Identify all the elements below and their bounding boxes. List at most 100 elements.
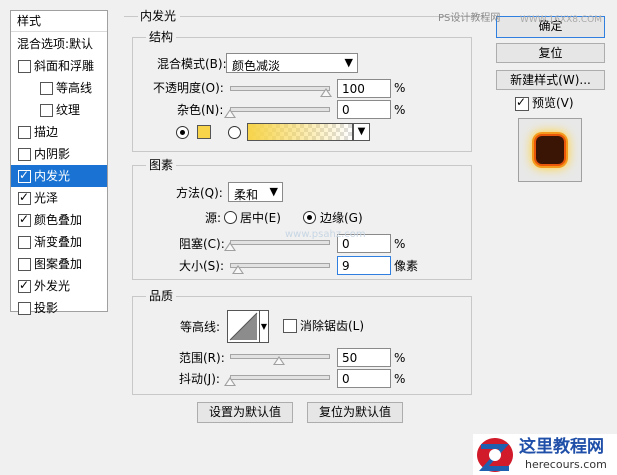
range-input[interactable]: 50 xyxy=(337,348,391,367)
sidebar-item-label: 内发光 xyxy=(34,169,71,183)
contour-curve-icon xyxy=(229,312,258,341)
opacity-label: 不透明度(O): xyxy=(153,81,224,95)
antialias-label[interactable]: 消除锯齿(L) xyxy=(300,319,364,333)
noise-slider-thumb[interactable] xyxy=(224,109,236,118)
size-label: 大小(S): xyxy=(179,259,225,273)
source-center-radio[interactable] xyxy=(224,211,237,224)
brand-logo-icon xyxy=(477,438,513,472)
sidebar-item[interactable]: 渐变叠加 xyxy=(11,231,107,253)
sidebar-item-checkbox[interactable] xyxy=(40,104,53,117)
sidebar-item-label: 混合选项:默认 xyxy=(17,37,94,51)
reset-default-button[interactable]: 复位为默认值 xyxy=(307,402,403,423)
preview-checkbox[interactable] xyxy=(515,95,529,111)
source-edge-radio[interactable] xyxy=(303,211,316,224)
styles-header-label: 样式 xyxy=(17,14,42,28)
sidebar-item[interactable]: 混合选项:默认 xyxy=(11,33,107,55)
jitter-slider-track[interactable] xyxy=(230,375,330,380)
sidebar-item-checkbox[interactable] xyxy=(18,258,31,271)
elements-title: 图素 xyxy=(146,158,177,172)
sidebar-item-label: 外发光 xyxy=(34,279,71,293)
chevron-down-icon: ▼ xyxy=(260,322,268,331)
method-select[interactable]: 柔和 ▼ xyxy=(228,182,283,202)
jitter-label: 抖动(J): xyxy=(179,372,220,386)
opacity-value: 100 xyxy=(342,82,365,96)
styles-header[interactable]: 样式 xyxy=(11,11,107,32)
brand-name: 这里教程网 xyxy=(519,437,604,457)
size-slider-thumb[interactable] xyxy=(232,265,244,274)
blend-mode-label: 混合模式(B): xyxy=(157,57,227,71)
watermark-top-url: WWW.16XX8.COM xyxy=(520,15,603,25)
sidebar-item[interactable]: 描边 xyxy=(11,121,107,143)
glow-color-swatch[interactable] xyxy=(197,125,211,139)
size-slider-track[interactable] xyxy=(230,263,330,268)
opacity-input[interactable]: 100 xyxy=(337,79,391,98)
sidebar-item-label: 渐变叠加 xyxy=(34,235,83,249)
method-label: 方法(Q): xyxy=(176,186,223,200)
contour-dropdown[interactable]: ▼ xyxy=(260,310,269,343)
source-edge-label[interactable]: 边缘(G) xyxy=(320,211,363,225)
choke-label: 阻塞(C): xyxy=(179,237,225,251)
sidebar-item-checkbox[interactable] xyxy=(40,82,53,95)
sidebar-item-label: 斜面和浮雕 xyxy=(34,59,95,73)
opacity-percent: % xyxy=(394,81,406,95)
sidebar-item-checkbox[interactable] xyxy=(18,190,31,205)
preview-label[interactable]: 预览(V) xyxy=(532,96,574,110)
reset-button[interactable]: 复位 xyxy=(496,43,605,63)
range-value: 50 xyxy=(342,351,358,365)
chevron-down-icon: ▼ xyxy=(357,126,366,137)
opacity-slider-thumb[interactable] xyxy=(320,88,332,97)
range-slider-thumb[interactable] xyxy=(273,356,285,365)
sidebar-item[interactable]: 颜色叠加 xyxy=(11,209,107,231)
sidebar-item-checkbox[interactable] xyxy=(18,168,31,183)
sidebar-item-checkbox[interactable] xyxy=(18,236,31,249)
sidebar-item[interactable]: 内阴影 xyxy=(11,143,107,165)
watermark-top: PS设计教程网 xyxy=(438,13,501,24)
sidebar-item-checkbox[interactable] xyxy=(18,126,31,139)
set-default-button[interactable]: 设置为默认值 xyxy=(197,402,293,423)
sidebar-item[interactable]: 外发光 xyxy=(11,275,107,297)
gradient-radio[interactable] xyxy=(228,126,241,139)
source-center-label[interactable]: 居中(E) xyxy=(240,211,281,225)
solid-color-radio[interactable] xyxy=(176,126,189,139)
noise-input[interactable]: 0 xyxy=(337,100,391,119)
antialias-checkbox[interactable] xyxy=(283,319,297,333)
section-title: 内发光 xyxy=(140,9,177,23)
sidebar-item[interactable]: 纹理 xyxy=(11,99,107,121)
choke-slider-thumb[interactable] xyxy=(224,242,236,251)
opacity-slider-track[interactable] xyxy=(230,86,330,91)
sidebar-item-checkbox[interactable] xyxy=(18,212,31,227)
size-input[interactable]: 9 xyxy=(337,256,391,275)
sidebar-item-label: 等高线 xyxy=(56,81,93,95)
sidebar-item-checkbox[interactable] xyxy=(18,302,31,315)
sidebar-item[interactable]: 图案叠加 xyxy=(11,253,107,275)
jitter-input[interactable]: 0 xyxy=(337,369,391,388)
contour-preview[interactable] xyxy=(227,310,260,343)
jitter-value: 0 xyxy=(342,372,350,386)
sidebar-item[interactable]: 投影 xyxy=(11,297,107,319)
blend-mode-select[interactable]: 颜色减淡 ▼ xyxy=(226,53,358,73)
range-label: 范围(R): xyxy=(179,351,225,365)
sidebar-item-checkbox[interactable] xyxy=(18,148,31,161)
jitter-slider-thumb[interactable] xyxy=(224,377,236,386)
new-style-label: 新建样式(W)... xyxy=(510,73,591,87)
sidebar-item-checkbox[interactable] xyxy=(18,278,31,293)
styles-panel: 样式 混合选项:默认斜面和浮雕等高线纹理描边内阴影内发光光泽颜色叠加渐变叠加图案… xyxy=(10,10,108,315)
size-unit: 像素 xyxy=(394,259,419,273)
new-style-button[interactable]: 新建样式(W)... xyxy=(496,70,605,90)
brand-watermark: 这里教程网 herecours.com xyxy=(473,434,617,475)
sidebar-item-checkbox[interactable] xyxy=(18,60,31,73)
sidebar-item[interactable]: 等高线 xyxy=(11,77,107,99)
sidebar-item[interactable]: 光泽 xyxy=(11,187,107,209)
sidebar-item[interactable]: 斜面和浮雕 xyxy=(11,55,107,77)
gradient-dropdown-button[interactable]: ▼ xyxy=(353,123,370,141)
source-label: 源: xyxy=(205,211,222,225)
structure-title: 结构 xyxy=(146,30,177,44)
sidebar-item-label: 图案叠加 xyxy=(34,257,83,271)
quality-title: 品质 xyxy=(146,289,177,303)
sidebar-item-label: 投影 xyxy=(34,301,59,315)
preview-glow-square xyxy=(536,136,564,164)
noise-slider-track[interactable] xyxy=(230,107,330,112)
sidebar-item[interactable]: 内发光 xyxy=(11,165,107,187)
style-preview xyxy=(518,118,582,182)
gradient-swatch[interactable] xyxy=(247,123,353,141)
